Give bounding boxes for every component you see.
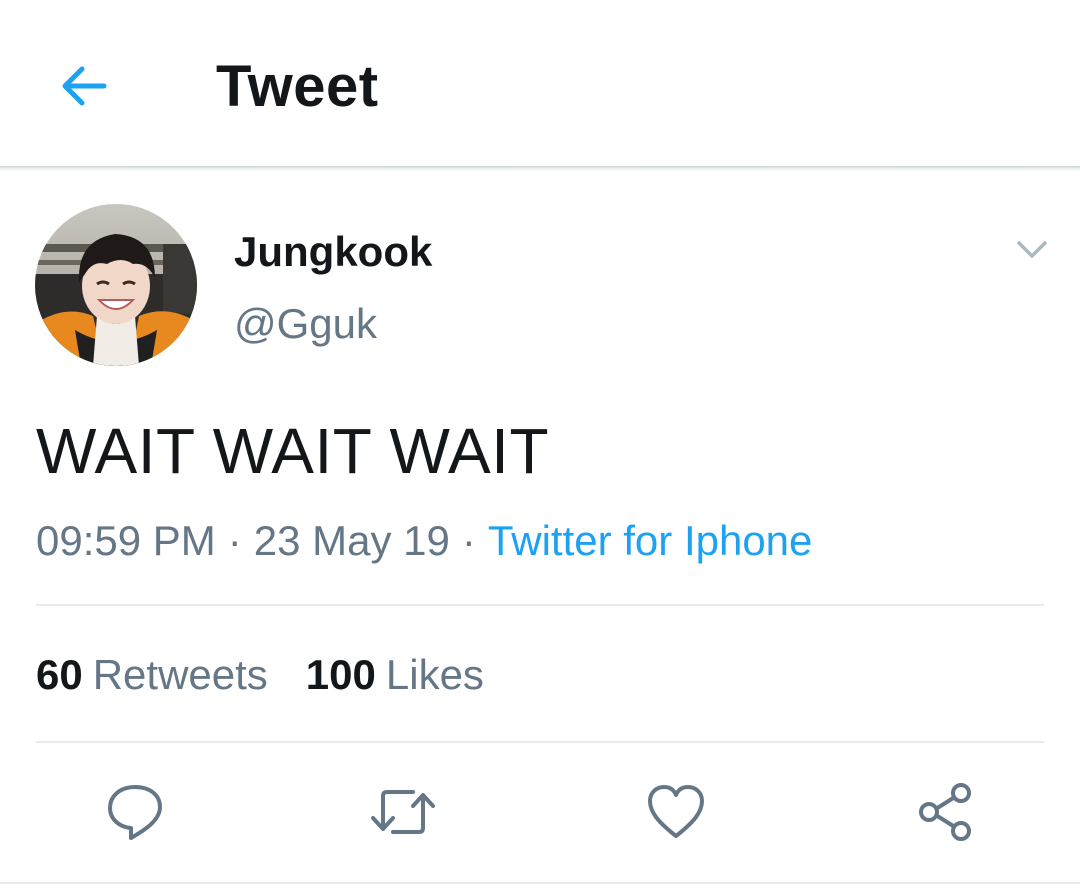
like-button[interactable] (640, 776, 712, 848)
avatar[interactable] (35, 204, 197, 366)
likes-count: 100 (305, 651, 376, 698)
meta-separator: · (227, 517, 242, 564)
header-divider (0, 166, 1080, 172)
share-button[interactable] (909, 776, 981, 848)
likes-label: Likes (385, 651, 484, 698)
arrow-left-icon (62, 66, 107, 106)
tweet-source-link[interactable]: Twitter for Iphone (488, 517, 813, 564)
divider (36, 604, 1044, 606)
reply-button[interactable] (99, 776, 171, 848)
tweet-detail-screen: Tweet Jungkook @Gguk WAIT WAIT WAIT 09:5… (0, 0, 1080, 889)
page-title: Tweet (216, 54, 379, 119)
retweets-label: Retweets (92, 651, 268, 698)
back-button[interactable] (52, 54, 116, 118)
heart-icon (648, 785, 704, 838)
avatar-photo (35, 204, 197, 366)
share-icon (919, 783, 971, 841)
chevron-down-icon (1017, 241, 1047, 258)
likes-stat[interactable]: 100 Likes (306, 648, 484, 702)
tweet-date: 23 May 19 (253, 517, 450, 564)
author-display-name[interactable]: Jungkook (234, 226, 432, 278)
divider (36, 741, 1044, 743)
tweet-meta: 09:59 PM · 23 May 19 · Twitter for Iphone (36, 514, 812, 568)
meta-separator: · (461, 517, 476, 564)
tweet-time: 09:59 PM (36, 517, 216, 564)
retweet-button[interactable] (367, 776, 439, 848)
tweet-text: WAIT WAIT WAIT (36, 415, 550, 487)
tweet-stats: 60 Retweets 100 Likes (36, 648, 484, 702)
bottom-divider (0, 882, 1080, 884)
retweets-count: 60 (36, 651, 83, 698)
app-header: Tweet (0, 0, 1080, 166)
author-handle[interactable]: @Gguk (234, 298, 377, 350)
reply-bubble-icon (108, 785, 162, 840)
retweets-stat[interactable]: 60 Retweets (36, 648, 268, 702)
retweet-icon (371, 790, 435, 834)
tweet-options-button[interactable] (1008, 226, 1056, 274)
